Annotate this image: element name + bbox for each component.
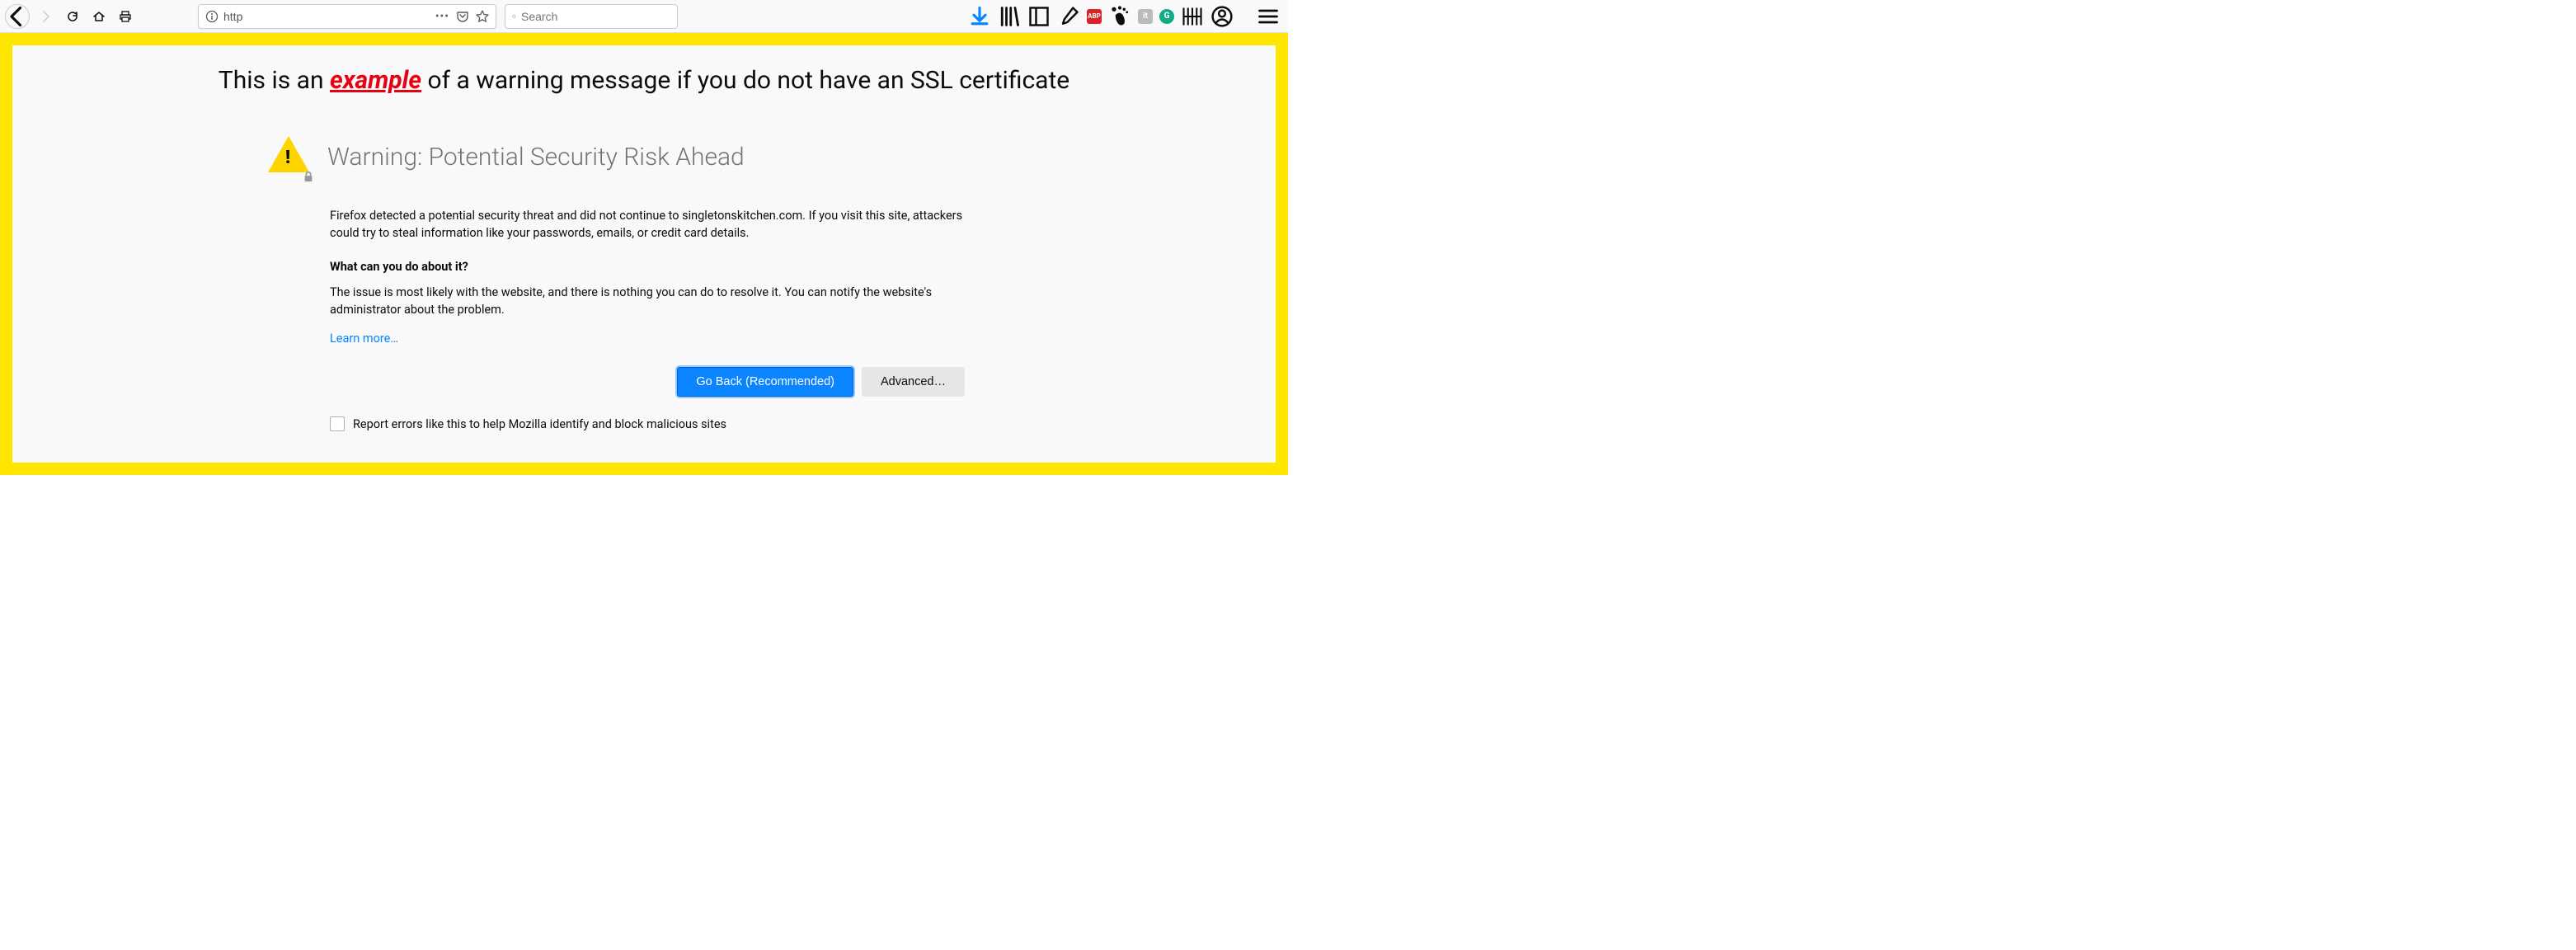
- extension-icon[interactable]: it: [1138, 9, 1153, 24]
- search-bar[interactable]: [505, 4, 678, 29]
- browser-toolbar: ••• ABP it G: [0, 0, 1288, 33]
- grid-icon[interactable]: [1181, 5, 1204, 28]
- print-button[interactable]: [114, 5, 137, 28]
- eyedropper-icon[interactable]: [1057, 5, 1080, 28]
- report-label: Report errors like this to help Mozilla …: [353, 417, 726, 431]
- go-back-button[interactable]: Go Back (Recommended): [677, 367, 853, 397]
- gnome-foot-icon[interactable]: [1108, 5, 1131, 28]
- home-button[interactable]: [87, 5, 110, 28]
- back-button[interactable]: [5, 4, 30, 29]
- warning-title: Warning: Potential Security Risk Ahead: [327, 143, 745, 172]
- page-highlight-border: This is an example of a warning message …: [0, 33, 1288, 475]
- banner-suffix: of a warning message if you do not have …: [421, 66, 1069, 95]
- reload-icon: [66, 10, 79, 23]
- warning-description: Firefox detected a potential security th…: [330, 207, 965, 242]
- library-icon[interactable]: [998, 5, 1021, 28]
- security-warning-card: ! Warning: Potential Security Risk Ahead…: [268, 136, 969, 431]
- print-icon: [119, 10, 132, 23]
- pocket-icon[interactable]: [456, 10, 469, 23]
- grammarly-icon[interactable]: G: [1159, 9, 1174, 24]
- bookmark-star-icon[interactable]: [476, 10, 489, 23]
- search-input[interactable]: [521, 10, 670, 23]
- page-content: This is an example of a warning message …: [12, 45, 1276, 463]
- url-bar[interactable]: •••: [198, 4, 496, 29]
- banner-prefix: This is an: [219, 66, 330, 95]
- advanced-button[interactable]: Advanced…: [862, 367, 965, 397]
- sidebar-icon[interactable]: [1027, 5, 1051, 28]
- downloads-icon[interactable]: [968, 5, 991, 28]
- url-input[interactable]: [223, 10, 430, 23]
- home-icon: [92, 10, 106, 23]
- page-actions-icon[interactable]: •••: [435, 10, 449, 23]
- search-icon: [512, 11, 516, 22]
- account-icon[interactable]: [1210, 5, 1234, 28]
- example-banner: This is an example of a warning message …: [12, 66, 1276, 95]
- forward-button[interactable]: [33, 4, 58, 29]
- info-icon[interactable]: [205, 10, 219, 23]
- reload-button[interactable]: [61, 5, 84, 28]
- arrow-right-icon: [39, 10, 52, 23]
- arrow-left-icon: [6, 5, 29, 28]
- warning-triangle-icon: !: [268, 136, 309, 177]
- adblock-icon[interactable]: ABP: [1087, 9, 1102, 24]
- warning-subheading: What can you do about it?: [330, 260, 965, 274]
- lock-icon: [303, 171, 314, 182]
- hamburger-menu-icon[interactable]: [1257, 5, 1280, 28]
- warning-button-row: Go Back (Recommended) Advanced…: [330, 367, 965, 397]
- learn-more-link[interactable]: Learn more…: [330, 332, 398, 346]
- report-errors-row: Report errors like this to help Mozilla …: [330, 416, 965, 431]
- banner-emphasis: example: [330, 66, 421, 95]
- report-checkbox[interactable]: [330, 416, 345, 431]
- warning-advice: The issue is most likely with the websit…: [330, 284, 965, 318]
